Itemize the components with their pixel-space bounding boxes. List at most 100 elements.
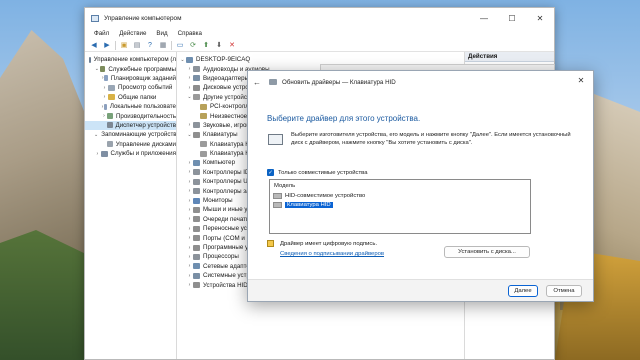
model-item-selected[interactable]: Клавиатура HID <box>270 200 530 209</box>
chevron-right-icon[interactable]: › <box>186 179 193 185</box>
tree-node-icon <box>193 66 200 73</box>
console-tree-item[interactable]: › Производительность <box>85 111 176 120</box>
chevron-right-icon[interactable]: › <box>186 169 193 175</box>
chevron-right-icon[interactable]: › <box>186 85 193 91</box>
menu-help[interactable]: Справка <box>173 30 207 37</box>
chevron-right-icon[interactable]: › <box>186 198 193 204</box>
chevron-right-icon[interactable]: › <box>186 254 193 260</box>
chevron-right-icon[interactable]: › <box>94 151 101 157</box>
help-icon[interactable]: ? <box>145 40 155 50</box>
chevron-right-icon[interactable]: › <box>186 160 193 166</box>
chevron-right-icon[interactable]: › <box>186 75 193 81</box>
tree-node-icon <box>200 103 207 110</box>
driver-signing-link[interactable]: Сведения о подписывании драйверов <box>280 251 384 257</box>
actions-header: Действия <box>465 52 554 62</box>
chevron-down-icon[interactable]: ⌄ <box>186 94 193 100</box>
console-tree-item[interactable]: Диспетчер устройств <box>85 120 177 131</box>
next-button[interactable]: Далее <box>508 285 538 297</box>
model-listbox[interactable]: Модель HID-совместимое устройство Клавиа… <box>269 179 531 234</box>
device-tree-label: Системные устро <box>203 272 254 280</box>
console-tree-item[interactable]: › Планировщик заданий <box>85 74 176 83</box>
tree-node-icon <box>108 84 115 91</box>
chevron-right-icon[interactable]: › <box>186 282 193 288</box>
console-tree-item[interactable]: Управление дисками <box>85 140 176 149</box>
chevron-down-icon[interactable]: ⌄ <box>186 132 193 138</box>
up-folder-icon[interactable]: ▣ <box>119 40 129 50</box>
chevron-right-icon[interactable]: › <box>186 188 193 194</box>
tree-node-icon <box>193 216 200 223</box>
console-tree-label: Локальные пользовате <box>109 103 176 111</box>
tree-node-icon <box>108 94 115 101</box>
compatible-devices-label[interactable]: Только совместимые устройства <box>278 170 368 176</box>
tree-node-icon <box>104 75 108 82</box>
disable-icon[interactable]: ⬇ <box>214 40 224 50</box>
menu-file[interactable]: Файл <box>89 30 114 37</box>
checkbox-check-icon[interactable]: ✓ <box>267 169 274 176</box>
tree-node-icon <box>193 206 200 213</box>
console-tree-item[interactable]: ⌄ Запоминающие устройств <box>85 130 176 139</box>
tree-node-icon <box>200 141 207 148</box>
back-arrow-icon[interactable]: ◀ <box>89 40 99 50</box>
window-titlebar[interactable]: Управление компьютером — ☐ ✕ <box>85 8 554 28</box>
console-tree-item[interactable]: › Локальные пользовате <box>85 102 176 111</box>
tree-node-icon <box>106 113 113 120</box>
computer-management-icon <box>91 14 99 22</box>
scan-icon[interactable]: ⟳ <box>188 40 198 50</box>
forward-arrow-icon[interactable]: ▶ <box>102 40 112 50</box>
tree-node-icon <box>193 122 200 129</box>
device-tree-item[interactable]: ⌄ DESKTOP-9EICAQ <box>177 55 464 64</box>
device-tree-label: Сетевые адаптер <box>203 262 254 270</box>
properties-icon[interactable]: ▤ <box>132 40 142 50</box>
console-tree-item[interactable]: ⌄ Служебные программы <box>85 64 176 73</box>
have-disk-button[interactable]: Установить с диска... <box>444 246 530 258</box>
chevron-down-icon[interactable]: ⌄ <box>179 57 186 63</box>
console-tree-item[interactable]: › Просмотр событий <box>85 83 176 92</box>
console-tree-item[interactable]: › Общие папки <box>85 93 176 102</box>
tree-node-icon <box>88 56 91 63</box>
cancel-button[interactable]: Отмена <box>546 285 582 297</box>
chevron-down-icon[interactable]: ⌄ <box>94 66 100 72</box>
chevron-right-icon[interactable]: › <box>186 122 193 128</box>
minimize-button[interactable]: — <box>470 8 498 28</box>
tree-node-icon <box>103 103 107 110</box>
dialog-close-button[interactable]: ✕ <box>575 74 587 86</box>
wallpaper-trees-left <box>0 230 90 360</box>
console-tree-label: Запоминающие устройств <box>101 131 177 139</box>
console-tree-item[interactable]: Управление компьютером (л <box>85 55 176 64</box>
chevron-right-icon[interactable]: › <box>186 66 193 72</box>
back-arrow-icon[interactable]: ← <box>253 78 265 87</box>
uninstall-icon[interactable]: ✕ <box>227 40 237 50</box>
chevron-right-icon[interactable]: › <box>101 94 108 100</box>
device-tree-label: Клавиатуры <box>203 131 238 139</box>
chevron-right-icon[interactable]: › <box>186 216 193 222</box>
console-icon[interactable]: ▦ <box>158 40 168 50</box>
monitor-icon[interactable]: ▭ <box>175 40 185 50</box>
tree-node-icon <box>193 75 200 82</box>
model-item[interactable]: HID-совместимое устройство <box>270 191 530 200</box>
device-tree-label: DESKTOP-9EICAQ <box>196 56 251 64</box>
tree-node-icon <box>193 169 200 176</box>
close-button[interactable]: ✕ <box>526 8 554 28</box>
maximize-button[interactable]: ☐ <box>498 8 526 28</box>
console-tree-item[interactable]: › Службы и приложения <box>85 149 176 158</box>
menu-action[interactable]: Действие <box>114 30 151 37</box>
console-tree-label: Управление дисками <box>115 140 176 148</box>
chevron-right-icon[interactable]: › <box>186 245 193 251</box>
chevron-right-icon[interactable]: › <box>186 273 193 279</box>
chevron-down-icon[interactable]: ⌄ <box>94 132 98 138</box>
tree-node-icon <box>100 150 108 157</box>
console-tree-label: Диспетчер устройств <box>115 121 177 129</box>
driver-icon <box>273 201 282 208</box>
compatible-devices-checkbox[interactable]: ✓ Только совместимые устройства <box>267 169 368 176</box>
device-tree-label: Устройства HID <box>203 281 248 289</box>
console-tree: Управление компьютером (л ⌄ Служебные прог… <box>85 52 177 359</box>
menu-view[interactable]: Вид <box>151 30 172 37</box>
chevron-right-icon[interactable]: › <box>186 207 193 213</box>
chevron-right-icon[interactable]: › <box>186 263 193 269</box>
update-driver-icon[interactable]: ⬆ <box>201 40 211 50</box>
chevron-right-icon[interactable]: › <box>101 85 108 91</box>
chevron-right-icon[interactable]: › <box>186 235 193 241</box>
console-tree-label: Службы и приложения <box>110 150 176 158</box>
model-column-header: Модель <box>274 183 296 189</box>
chevron-right-icon[interactable]: › <box>186 226 193 232</box>
